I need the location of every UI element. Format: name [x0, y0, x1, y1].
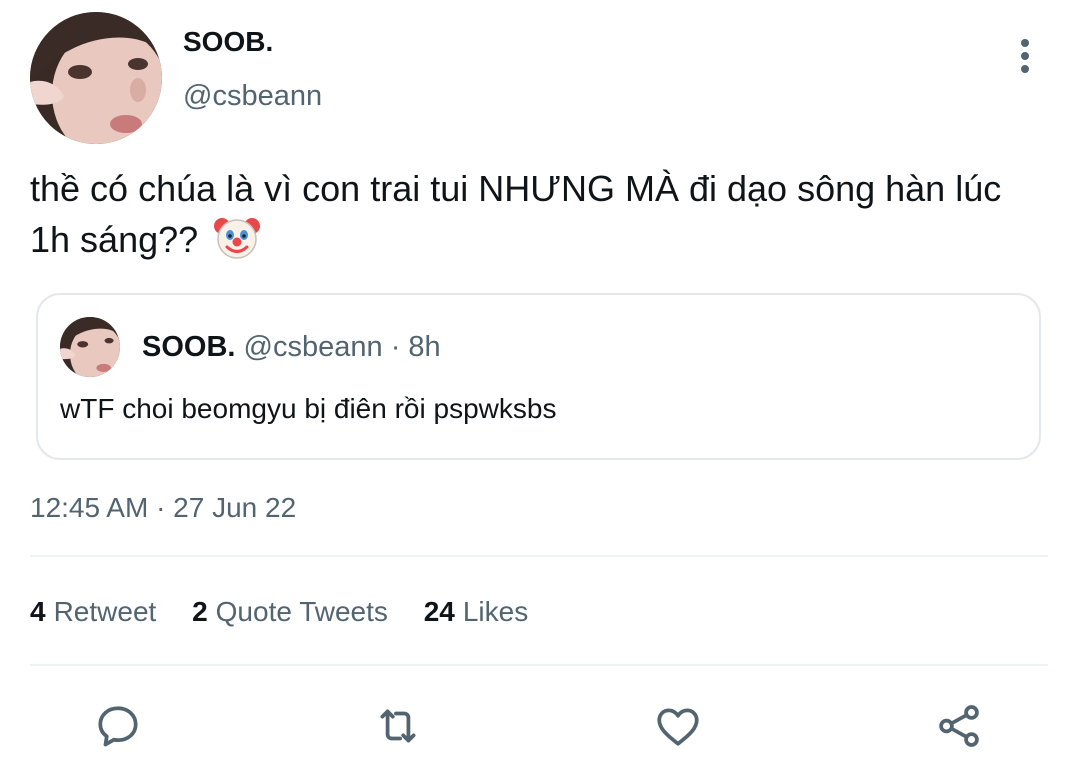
quote-tweets-label: Quote Tweets [215, 596, 388, 627]
quote-tweets-stat[interactable]: 2 Quote Tweets [192, 596, 396, 627]
reply-icon [98, 706, 138, 747]
quoted-display-name: SOOB. [142, 331, 236, 363]
share-icon [939, 705, 979, 747]
divider [30, 664, 1048, 666]
avatar[interactable] [30, 12, 162, 144]
like-icon [657, 708, 699, 746]
quoted-avatar-image [60, 317, 120, 377]
clown-face-icon [214, 218, 261, 259]
tweet-text: thề có chúa là vì con trai tui NHƯNG MÀ … [30, 168, 1002, 260]
vertical-dots-icon [1021, 39, 1029, 73]
retweet-button[interactable] [372, 700, 424, 752]
avatar-image [30, 12, 162, 144]
quoted-separator: · [390, 331, 401, 363]
quoted-time: 8h [408, 331, 441, 363]
tweet-timestamp[interactable]: 12:45 AM · 27 Jun 22 [30, 492, 296, 524]
likes-count: 24 [423, 596, 455, 627]
retweet-icon [380, 709, 416, 743]
engagement-stats: 4 Retweet 2 Quote Tweets 24 Likes [30, 596, 556, 628]
quoted-handle: @csbeann [243, 331, 383, 363]
like-button[interactable] [652, 700, 704, 752]
retweet-label: Retweet [53, 596, 157, 627]
retweet-stat[interactable]: 4 Retweet [30, 596, 164, 627]
quoted-tweet-card[interactable]: SOOB. @csbeann · 8h wTF choi beomgyu bị … [36, 293, 1041, 460]
more-options-button[interactable] [1005, 36, 1045, 76]
quote-tweets-count: 2 [192, 596, 208, 627]
divider [30, 555, 1048, 557]
quoted-avatar [60, 317, 120, 377]
likes-label: Likes [462, 596, 529, 627]
quoted-tweet-header: SOOB. @csbeann · 8h [142, 331, 441, 364]
author-handle[interactable]: @csbeann [183, 80, 322, 113]
likes-stat[interactable]: 24 Likes [424, 596, 529, 627]
author-display-name[interactable]: SOOB. [183, 26, 273, 58]
retweet-count: 4 [30, 596, 46, 627]
share-button[interactable] [933, 700, 985, 752]
reply-button[interactable] [92, 700, 144, 752]
quoted-tweet-text: wTF choi beomgyu bị điên rồi pspwksbs [60, 393, 557, 424]
tweet-body: thề có chúa là vì con trai tui NHƯNG MÀ … [30, 164, 1040, 265]
